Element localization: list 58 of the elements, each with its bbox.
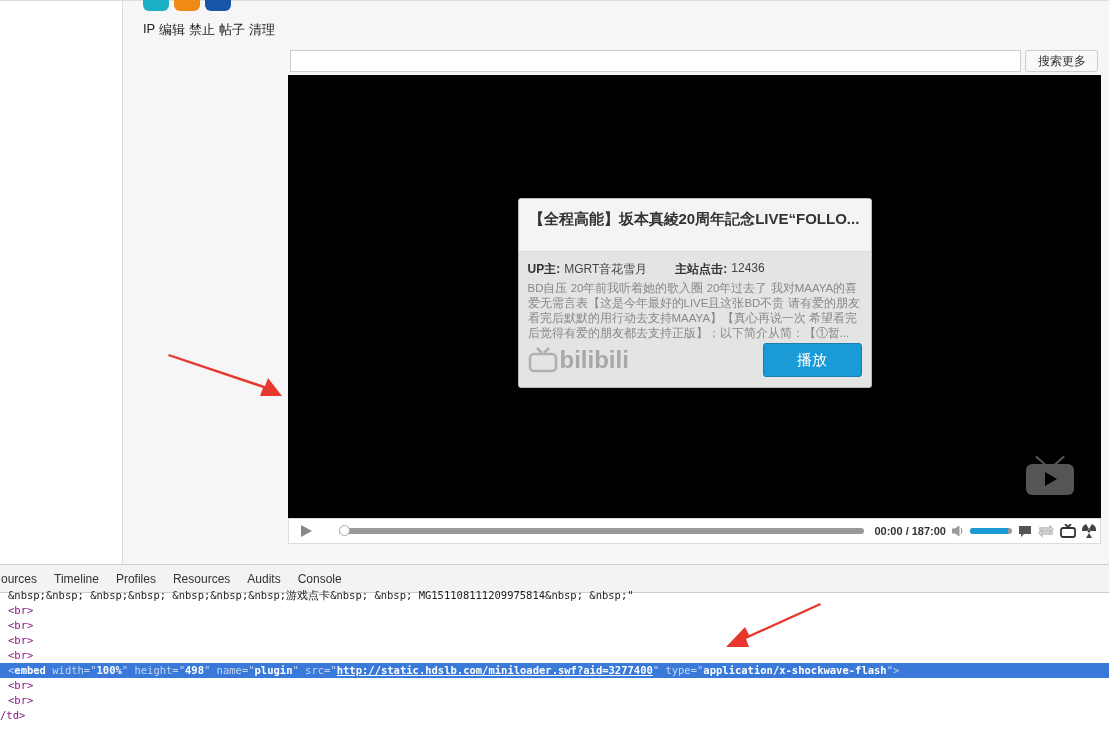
devtools-tab[interactable]: Resources bbox=[172, 571, 231, 586]
attribute-quote: " bbox=[652, 664, 660, 676]
attribute-quote: " bbox=[121, 664, 129, 676]
attribute-name: width=" bbox=[52, 664, 97, 676]
tv-icon[interactable] bbox=[1060, 524, 1076, 538]
search-more-button[interactable]: 搜索更多 bbox=[1025, 50, 1098, 72]
devtools-tab[interactable]: Audits bbox=[247, 571, 281, 586]
attribute-value: 498 bbox=[185, 664, 204, 676]
dom-line[interactable]: <br> bbox=[0, 678, 1109, 693]
attribute-name: src=" bbox=[305, 664, 337, 676]
dom-line[interactable]: <br> bbox=[0, 693, 1109, 708]
attribute-quote: " bbox=[203, 664, 211, 676]
dom-line[interactable]: <br> bbox=[0, 633, 1109, 648]
attribute-name: name=" bbox=[216, 664, 255, 676]
progress-handle[interactable] bbox=[339, 525, 350, 536]
volume-slider[interactable] bbox=[970, 528, 1012, 534]
dom-line[interactable]: /td> bbox=[0, 708, 1109, 723]
devtools-tab[interactable]: Console bbox=[297, 571, 342, 586]
admin-link[interactable]: 禁止 bbox=[189, 21, 216, 39]
play-icon[interactable] bbox=[299, 524, 313, 538]
admin-link[interactable]: IP bbox=[143, 21, 156, 39]
attribute-name: height=" bbox=[134, 664, 185, 676]
dom-line[interactable]: <br> bbox=[0, 603, 1109, 618]
devtools-tab[interactable]: Timeline bbox=[54, 571, 99, 586]
attribute-value: plugin bbox=[254, 664, 293, 676]
devtools-tab[interactable]: Profiles bbox=[115, 571, 156, 586]
progress-track[interactable] bbox=[339, 525, 865, 537]
clicks-count: 12436 bbox=[731, 261, 765, 277]
logo-text: bilibili bbox=[559, 346, 629, 374]
video-title: 【全程高能】坂本真綾20周年記念LIVE“FOLLO... bbox=[518, 199, 871, 251]
comment-icon[interactable] bbox=[1018, 524, 1032, 538]
dom-line[interactable]: &nbsp;&nbsp; &nbsp;&nbsp; &nbsp;&nbsp;&nbsp;游戏点卡&nbsp; &nbsp; MG151108111209975814&nbsp; &nbsp;" bbox=[0, 588, 1109, 603]
dom-line[interactable]: <br> bbox=[0, 648, 1109, 663]
uploader-label: UP主: bbox=[527, 261, 561, 278]
loop-icon[interactable] bbox=[1038, 525, 1054, 537]
admin-link[interactable]: 帖子 bbox=[219, 21, 246, 39]
search-field[interactable] bbox=[290, 50, 1021, 72]
attribute-value: 100% bbox=[96, 664, 122, 676]
video-description: BD自压 20年前我听着她的歌入圈 20年过去了 我对MAAYA的喜爱无需言表【这是今年最好的LIVE且这张BD不贵 请有爱的朋友看完后默默的用行动去支持MAAYA】【真心再说一次 希望看完后觉得有爱的朋友都去支持正版】；以下简介从简：【①暂... bbox=[527, 281, 861, 341]
attribute-value: application/x-shockwave-flash bbox=[703, 664, 887, 676]
tag-bracket: < bbox=[8, 664, 15, 676]
admin-link[interactable]: 清理 bbox=[249, 21, 276, 39]
attribute-name: type=" bbox=[665, 664, 704, 676]
devtools-tab[interactable]: ources bbox=[1, 571, 38, 586]
time-display: 00:00 / 187:00 bbox=[874, 525, 946, 537]
attribute-quote: " bbox=[886, 664, 893, 676]
tv-icon bbox=[1025, 456, 1075, 496]
uploader-name: MGRT音花雪月 bbox=[564, 261, 648, 278]
volume-icon[interactable] bbox=[952, 525, 964, 537]
tv-logo-icon bbox=[527, 347, 558, 373]
tag-bracket: > bbox=[893, 664, 900, 676]
attribute-link[interactable]: http://static.hdslb.com/miniloader.swf?aid=3277400 bbox=[336, 664, 653, 676]
clicks-label: 主站点击: bbox=[675, 261, 728, 278]
tag-name: embed bbox=[14, 664, 46, 676]
radiation-icon[interactable] bbox=[1082, 524, 1096, 538]
attribute-quote: " bbox=[292, 664, 299, 676]
admin-link[interactable]: 编辑 bbox=[159, 21, 186, 39]
dom-line[interactable]: <br> bbox=[0, 618, 1109, 633]
